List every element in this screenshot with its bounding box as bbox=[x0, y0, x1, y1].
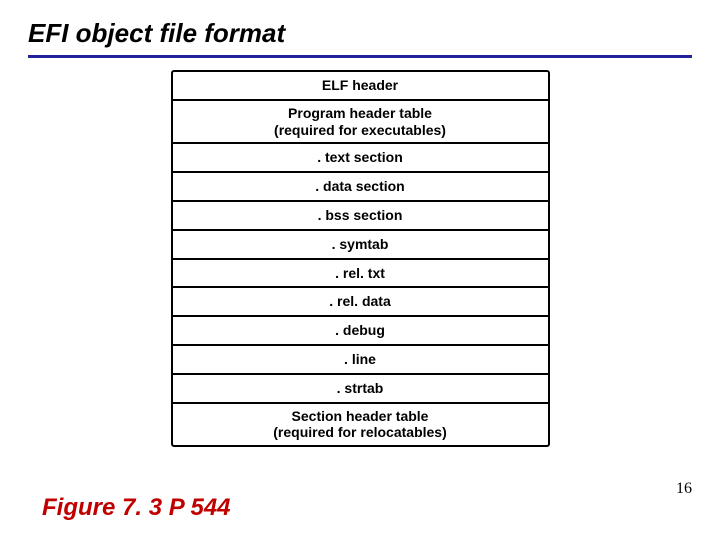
elf-table-wrap: ELF header Program header table(required… bbox=[28, 70, 692, 447]
elf-row-data-section: . data section bbox=[173, 173, 548, 202]
elf-row-rel-txt: . rel. txt bbox=[173, 260, 548, 289]
elf-row-text-section: . text section bbox=[173, 144, 548, 173]
elf-table: ELF header Program header table(required… bbox=[171, 70, 550, 447]
elf-row-bss-section: . bss section bbox=[173, 202, 548, 231]
page-number: 16 bbox=[676, 480, 692, 498]
elf-row-line: . line bbox=[173, 346, 548, 375]
figure-caption: Figure 7. 3 P 544 bbox=[42, 494, 231, 522]
elf-row-section-header-table: Section header table(required for reloca… bbox=[173, 404, 548, 446]
slide-title: EFI object file format bbox=[28, 18, 692, 49]
elf-row-debug: . debug bbox=[173, 317, 548, 346]
elf-row-rel-data: . rel. data bbox=[173, 288, 548, 317]
elf-row-program-header-table: Program header table(required for execut… bbox=[173, 101, 548, 145]
elf-row-header: ELF header bbox=[173, 72, 548, 101]
slide: EFI object file format ELF header Progra… bbox=[0, 0, 720, 540]
elf-row-strtab: . strtab bbox=[173, 375, 548, 404]
title-underline bbox=[28, 55, 692, 58]
elf-row-symtab: . symtab bbox=[173, 231, 548, 260]
